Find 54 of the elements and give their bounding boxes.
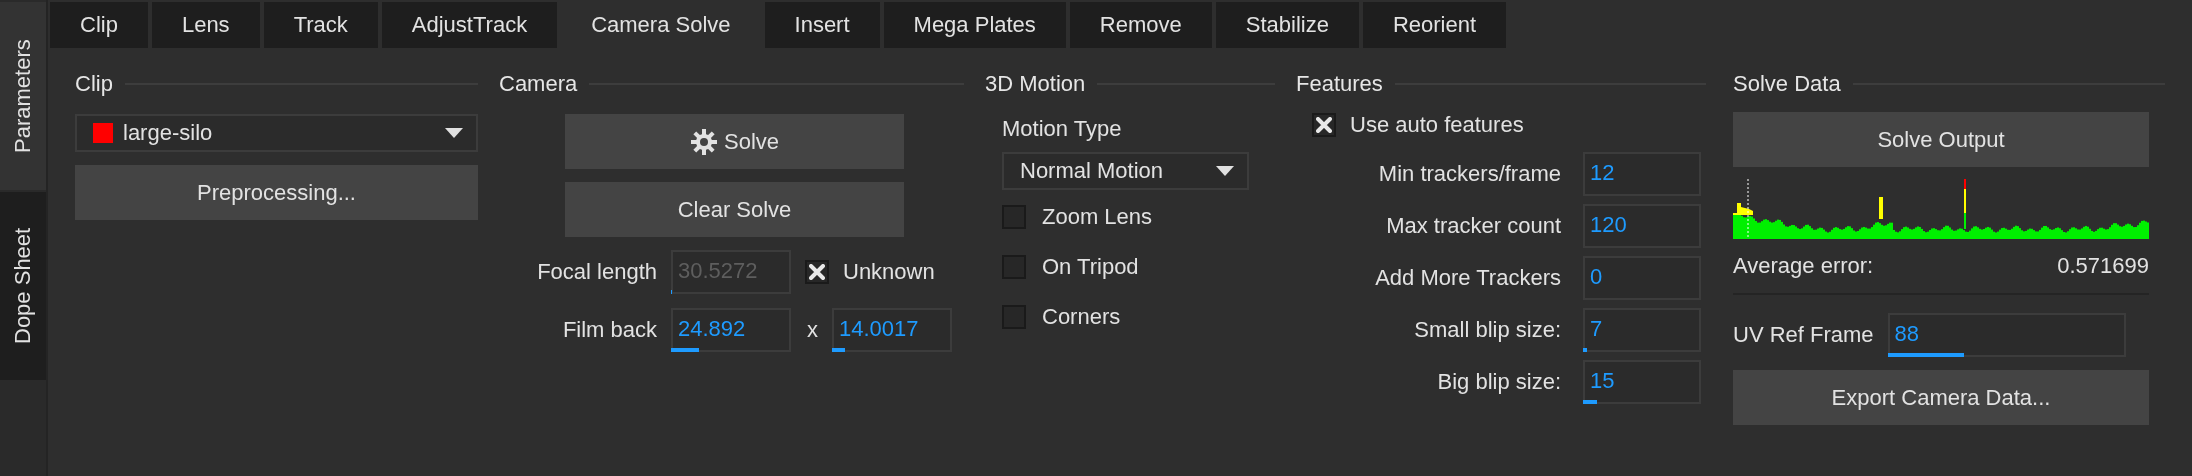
field-label: Min trackers/frame — [1377, 161, 1561, 187]
input-field[interactable]: 15 — [1583, 360, 1701, 404]
checkbox-label: Corners — [1042, 304, 1121, 330]
checkbox-label: On Tripod — [1042, 254, 1139, 280]
checkbox-label: Use auto features — [1350, 112, 1524, 138]
preprocessing-button[interactable]: Preprocessing... — [75, 165, 478, 220]
separator-label: x — [807, 317, 818, 343]
clear-solve-button[interactable]: Clear Solve — [565, 182, 904, 237]
input-field[interactable]: 14.0017 — [832, 308, 952, 352]
tab[interactable]: Insert — [764, 2, 880, 48]
field-label: Add More Trackers — [1374, 265, 1561, 291]
solve-button[interactable]: Solve — [565, 114, 904, 169]
field-label: Focal length — [536, 259, 657, 285]
tab[interactable]: Track — [263, 2, 378, 48]
checkbox-label: Zoom Lens — [1042, 204, 1153, 230]
section-title: Features — [1296, 71, 1383, 97]
field-label: UV Ref Frame — [1733, 322, 1874, 348]
caret-icon — [1215, 165, 1235, 177]
field-label: Motion Type — [1002, 116, 1123, 142]
section-title: Solve Data — [1733, 71, 1841, 97]
input-field[interactable]: 24.892 — [671, 308, 791, 352]
checkbox[interactable] — [1312, 113, 1336, 137]
section-title: Camera — [499, 71, 578, 97]
field-label: Film back — [561, 317, 657, 343]
motion-type-dropdown[interactable]: Normal Motion — [1002, 152, 1249, 190]
section-title: Clip — [75, 71, 113, 97]
section-title: 3D Motion — [985, 71, 1086, 97]
input-field[interactable]: 0 — [1583, 256, 1701, 300]
tab[interactable]: Reorient — [1362, 2, 1507, 48]
tab[interactable]: Clip — [50, 2, 148, 48]
checkbox[interactable] — [805, 260, 829, 284]
caret-icon — [444, 127, 464, 139]
field-label: Average error: — [1733, 253, 1874, 279]
tab[interactable]: AdjustTrack — [381, 2, 558, 48]
side-tab[interactable]: Parameters — [0, 2, 46, 190]
gear-icon — [689, 127, 718, 156]
tab[interactable]: Mega Plates — [883, 2, 1066, 48]
tab[interactable]: Lens — [151, 2, 260, 48]
field-label: Max tracker count — [1385, 213, 1561, 239]
tab[interactable]: Stabilize — [1215, 2, 1359, 48]
field-label: Big blip size: — [1436, 369, 1561, 395]
clip-dropdown[interactable]: large-silo — [75, 114, 478, 152]
tab[interactable]: Remove — [1069, 2, 1212, 48]
side-tab[interactable]: Dope Sheet — [0, 192, 46, 380]
input-field[interactable]: 7 — [1583, 308, 1701, 352]
error-value: 0.571699 — [2057, 253, 2149, 279]
input-field[interactable]: 120 — [1583, 204, 1701, 248]
input-field[interactable]: 88 — [1887, 313, 2126, 357]
input-field[interactable]: 12 — [1583, 152, 1701, 196]
solve-output-button[interactable]: Solve Output — [1733, 112, 2149, 167]
export-camera-data-button[interactable]: Export Camera Data... — [1733, 370, 2149, 425]
frame-marker-line — [1747, 179, 1749, 239]
field-label: Small blip size: — [1413, 317, 1561, 343]
checkbox-label: Unknown — [843, 259, 935, 285]
